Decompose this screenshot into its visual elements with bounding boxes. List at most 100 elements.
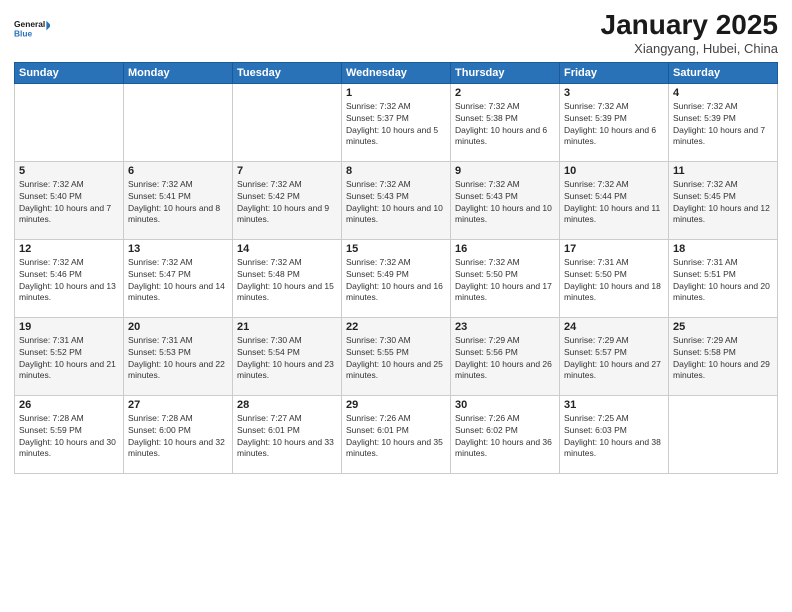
day-number: 31 bbox=[564, 399, 664, 411]
svg-text:Blue: Blue bbox=[14, 28, 33, 38]
cell-3-0: 19 Sunrise: 7:31 AMSunset: 5:52 PMDaylig… bbox=[15, 317, 124, 395]
day-info: Sunrise: 7:25 AMSunset: 6:03 PMDaylight:… bbox=[564, 413, 664, 461]
day-number: 20 bbox=[128, 321, 228, 333]
weekday-header-row: Sunday Monday Tuesday Wednesday Thursday… bbox=[15, 62, 778, 83]
day-info: Sunrise: 7:31 AMSunset: 5:50 PMDaylight:… bbox=[564, 257, 664, 305]
day-number: 24 bbox=[564, 321, 664, 333]
day-number: 25 bbox=[673, 321, 773, 333]
cell-3-1: 20 Sunrise: 7:31 AMSunset: 5:53 PMDaylig… bbox=[124, 317, 233, 395]
day-info: Sunrise: 7:32 AMSunset: 5:42 PMDaylight:… bbox=[237, 179, 337, 227]
day-info: Sunrise: 7:28 AMSunset: 5:59 PMDaylight:… bbox=[19, 413, 119, 461]
day-number: 5 bbox=[19, 165, 119, 177]
cell-2-1: 13 Sunrise: 7:32 AMSunset: 5:47 PMDaylig… bbox=[124, 239, 233, 317]
day-info: Sunrise: 7:31 AMSunset: 5:51 PMDaylight:… bbox=[673, 257, 773, 305]
cell-0-5: 3 Sunrise: 7:32 AMSunset: 5:39 PMDayligh… bbox=[560, 83, 669, 161]
cell-4-3: 29 Sunrise: 7:26 AMSunset: 6:01 PMDaylig… bbox=[342, 395, 451, 473]
day-number: 16 bbox=[455, 243, 555, 255]
day-number: 30 bbox=[455, 399, 555, 411]
cell-0-4: 2 Sunrise: 7:32 AMSunset: 5:38 PMDayligh… bbox=[451, 83, 560, 161]
day-number: 28 bbox=[237, 399, 337, 411]
day-number: 14 bbox=[237, 243, 337, 255]
header-friday: Friday bbox=[560, 62, 669, 83]
week-row-1: 5 Sunrise: 7:32 AMSunset: 5:40 PMDayligh… bbox=[15, 161, 778, 239]
day-number: 13 bbox=[128, 243, 228, 255]
cell-4-5: 31 Sunrise: 7:25 AMSunset: 6:03 PMDaylig… bbox=[560, 395, 669, 473]
day-info: Sunrise: 7:32 AMSunset: 5:39 PMDaylight:… bbox=[673, 101, 773, 149]
cell-3-4: 23 Sunrise: 7:29 AMSunset: 5:56 PMDaylig… bbox=[451, 317, 560, 395]
logo-svg: General Blue bbox=[14, 10, 50, 46]
cell-4-2: 28 Sunrise: 7:27 AMSunset: 6:01 PMDaylig… bbox=[233, 395, 342, 473]
day-number: 29 bbox=[346, 399, 446, 411]
day-info: Sunrise: 7:29 AMSunset: 5:57 PMDaylight:… bbox=[564, 335, 664, 383]
day-number: 11 bbox=[673, 165, 773, 177]
day-number: 6 bbox=[128, 165, 228, 177]
cell-2-2: 14 Sunrise: 7:32 AMSunset: 5:48 PMDaylig… bbox=[233, 239, 342, 317]
calendar-table: Sunday Monday Tuesday Wednesday Thursday… bbox=[14, 62, 778, 474]
week-row-2: 12 Sunrise: 7:32 AMSunset: 5:46 PMDaylig… bbox=[15, 239, 778, 317]
cell-1-6: 11 Sunrise: 7:32 AMSunset: 5:45 PMDaylig… bbox=[669, 161, 778, 239]
day-number: 4 bbox=[673, 87, 773, 99]
header-sunday: Sunday bbox=[15, 62, 124, 83]
month-title: January 2025 bbox=[601, 10, 778, 41]
day-info: Sunrise: 7:32 AMSunset: 5:45 PMDaylight:… bbox=[673, 179, 773, 227]
cell-3-3: 22 Sunrise: 7:30 AMSunset: 5:55 PMDaylig… bbox=[342, 317, 451, 395]
cell-4-6 bbox=[669, 395, 778, 473]
cell-3-6: 25 Sunrise: 7:29 AMSunset: 5:58 PMDaylig… bbox=[669, 317, 778, 395]
cell-2-6: 18 Sunrise: 7:31 AMSunset: 5:51 PMDaylig… bbox=[669, 239, 778, 317]
day-info: Sunrise: 7:32 AMSunset: 5:39 PMDaylight:… bbox=[564, 101, 664, 149]
header-tuesday: Tuesday bbox=[233, 62, 342, 83]
day-number: 23 bbox=[455, 321, 555, 333]
header-thursday: Thursday bbox=[451, 62, 560, 83]
cell-4-1: 27 Sunrise: 7:28 AMSunset: 6:00 PMDaylig… bbox=[124, 395, 233, 473]
day-info: Sunrise: 7:29 AMSunset: 5:56 PMDaylight:… bbox=[455, 335, 555, 383]
cell-1-2: 7 Sunrise: 7:32 AMSunset: 5:42 PMDayligh… bbox=[233, 161, 342, 239]
day-number: 12 bbox=[19, 243, 119, 255]
cell-1-1: 6 Sunrise: 7:32 AMSunset: 5:41 PMDayligh… bbox=[124, 161, 233, 239]
day-info: Sunrise: 7:30 AMSunset: 5:54 PMDaylight:… bbox=[237, 335, 337, 383]
day-info: Sunrise: 7:32 AMSunset: 5:41 PMDaylight:… bbox=[128, 179, 228, 227]
week-row-4: 26 Sunrise: 7:28 AMSunset: 5:59 PMDaylig… bbox=[15, 395, 778, 473]
day-info: Sunrise: 7:28 AMSunset: 6:00 PMDaylight:… bbox=[128, 413, 228, 461]
day-number: 18 bbox=[673, 243, 773, 255]
day-info: Sunrise: 7:32 AMSunset: 5:43 PMDaylight:… bbox=[455, 179, 555, 227]
page: General Blue January 2025 Xiangyang, Hub… bbox=[0, 0, 792, 612]
day-info: Sunrise: 7:29 AMSunset: 5:58 PMDaylight:… bbox=[673, 335, 773, 383]
cell-1-5: 10 Sunrise: 7:32 AMSunset: 5:44 PMDaylig… bbox=[560, 161, 669, 239]
day-number: 7 bbox=[237, 165, 337, 177]
day-info: Sunrise: 7:32 AMSunset: 5:47 PMDaylight:… bbox=[128, 257, 228, 305]
day-info: Sunrise: 7:32 AMSunset: 5:43 PMDaylight:… bbox=[346, 179, 446, 227]
cell-2-0: 12 Sunrise: 7:32 AMSunset: 5:46 PMDaylig… bbox=[15, 239, 124, 317]
header-saturday: Saturday bbox=[669, 62, 778, 83]
cell-2-4: 16 Sunrise: 7:32 AMSunset: 5:50 PMDaylig… bbox=[451, 239, 560, 317]
calendar-body: 1 Sunrise: 7:32 AMSunset: 5:37 PMDayligh… bbox=[15, 83, 778, 473]
cell-0-6: 4 Sunrise: 7:32 AMSunset: 5:39 PMDayligh… bbox=[669, 83, 778, 161]
day-number: 9 bbox=[455, 165, 555, 177]
day-number: 1 bbox=[346, 87, 446, 99]
day-number: 17 bbox=[564, 243, 664, 255]
header-monday: Monday bbox=[124, 62, 233, 83]
logo: General Blue bbox=[14, 10, 50, 46]
cell-0-0 bbox=[15, 83, 124, 161]
day-number: 21 bbox=[237, 321, 337, 333]
day-info: Sunrise: 7:27 AMSunset: 6:01 PMDaylight:… bbox=[237, 413, 337, 461]
day-info: Sunrise: 7:26 AMSunset: 6:01 PMDaylight:… bbox=[346, 413, 446, 461]
day-number: 8 bbox=[346, 165, 446, 177]
day-info: Sunrise: 7:31 AMSunset: 5:53 PMDaylight:… bbox=[128, 335, 228, 383]
cell-0-1 bbox=[124, 83, 233, 161]
cell-4-4: 30 Sunrise: 7:26 AMSunset: 6:02 PMDaylig… bbox=[451, 395, 560, 473]
cell-4-0: 26 Sunrise: 7:28 AMSunset: 5:59 PMDaylig… bbox=[15, 395, 124, 473]
cell-1-3: 8 Sunrise: 7:32 AMSunset: 5:43 PMDayligh… bbox=[342, 161, 451, 239]
day-info: Sunrise: 7:32 AMSunset: 5:50 PMDaylight:… bbox=[455, 257, 555, 305]
day-info: Sunrise: 7:32 AMSunset: 5:48 PMDaylight:… bbox=[237, 257, 337, 305]
day-number: 26 bbox=[19, 399, 119, 411]
day-number: 10 bbox=[564, 165, 664, 177]
cell-3-2: 21 Sunrise: 7:30 AMSunset: 5:54 PMDaylig… bbox=[233, 317, 342, 395]
day-info: Sunrise: 7:26 AMSunset: 6:02 PMDaylight:… bbox=[455, 413, 555, 461]
day-info: Sunrise: 7:30 AMSunset: 5:55 PMDaylight:… bbox=[346, 335, 446, 383]
day-info: Sunrise: 7:31 AMSunset: 5:52 PMDaylight:… bbox=[19, 335, 119, 383]
day-info: Sunrise: 7:32 AMSunset: 5:38 PMDaylight:… bbox=[455, 101, 555, 149]
day-number: 19 bbox=[19, 321, 119, 333]
day-number: 15 bbox=[346, 243, 446, 255]
cell-1-0: 5 Sunrise: 7:32 AMSunset: 5:40 PMDayligh… bbox=[15, 161, 124, 239]
day-info: Sunrise: 7:32 AMSunset: 5:37 PMDaylight:… bbox=[346, 101, 446, 149]
